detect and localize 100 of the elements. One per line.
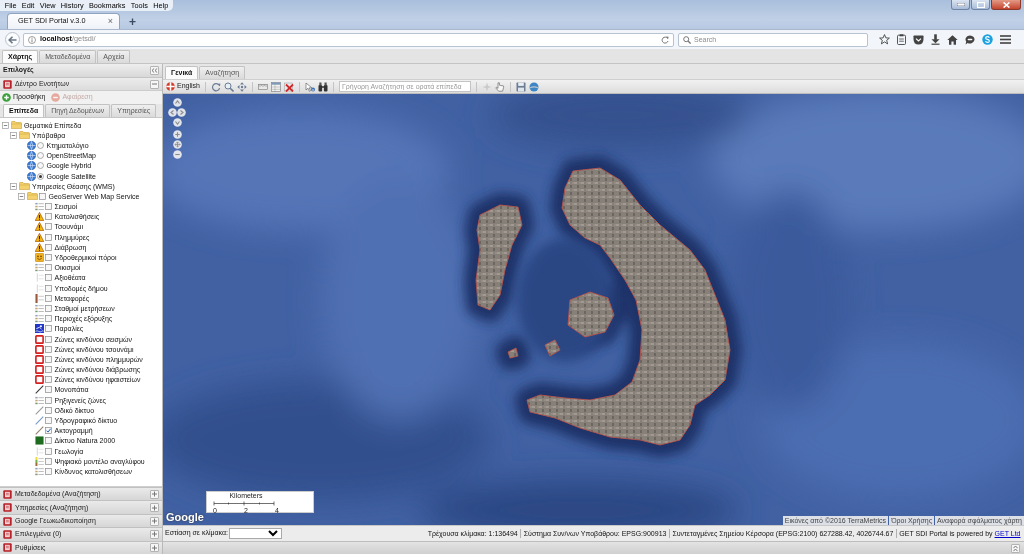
map-logo: Google (166, 511, 204, 523)
pointer-icon[interactable] (494, 81, 505, 92)
checkbox[interactable] (45, 284, 52, 292)
collapse-icon[interactable] (18, 192, 25, 200)
info-cursor-icon[interactable] (304, 81, 315, 92)
legend-icon (34, 466, 44, 476)
radio-button[interactable] (37, 141, 44, 149)
expand-button[interactable] (150, 516, 159, 526)
checkbox[interactable] (45, 366, 52, 374)
checkbox[interactable] (39, 192, 46, 200)
minus-circle-icon (51, 93, 61, 102)
plus-circle-icon (2, 93, 11, 102)
checkbox[interactable] (45, 467, 52, 475)
legend-icon (34, 303, 44, 313)
checkbox[interactable] (45, 203, 52, 211)
checkbox[interactable] (45, 254, 52, 262)
collapse-icon[interactable] (2, 121, 9, 129)
magnifier-icon[interactable] (223, 81, 234, 92)
smiley-icon (34, 253, 44, 263)
minimize-icon (956, 3, 965, 6)
arrow-up-icon[interactable] (173, 98, 182, 107)
double-chevron-left-icon (151, 68, 158, 73)
globe-icon[interactable] (528, 81, 539, 92)
checkbox[interactable] (45, 294, 52, 302)
checkbox[interactable] (45, 274, 52, 282)
checkbox[interactable] (45, 427, 52, 435)
checkbox[interactable] (45, 213, 52, 221)
book-icon (3, 529, 12, 539)
globe-icon (26, 151, 36, 161)
home-icon[interactable] (947, 34, 958, 45)
save-icon[interactable] (515, 81, 526, 92)
legend-icon (34, 283, 44, 293)
zoom-extent-icon[interactable] (173, 140, 182, 149)
back-button[interactable] (5, 32, 20, 47)
warning-icon (34, 232, 44, 242)
collapse-icon[interactable] (10, 182, 17, 190)
expand-button[interactable] (150, 529, 159, 539)
checkbox[interactable] (45, 386, 52, 394)
plus-icon (151, 544, 158, 551)
checkbox[interactable] (45, 437, 52, 445)
arrow-left-icon[interactable] (168, 108, 177, 117)
checkbox[interactable] (45, 243, 52, 251)
new-tab-button[interactable]: + (126, 15, 139, 29)
radio-button[interactable] (37, 172, 44, 180)
expand-button[interactable] (150, 489, 159, 499)
expand-button[interactable] (150, 543, 159, 553)
arrow-right-icon[interactable] (177, 108, 186, 117)
warning-icon (34, 212, 44, 222)
checkbox[interactable] (45, 376, 52, 384)
collapse-icon[interactable] (10, 131, 17, 139)
expand-button[interactable] (150, 503, 159, 513)
reload-icon[interactable] (661, 35, 669, 44)
checkbox[interactable] (45, 417, 52, 425)
legend-icon (34, 314, 44, 324)
checkbox[interactable] (45, 223, 52, 231)
checkbox[interactable] (45, 355, 52, 363)
s-logo-icon[interactable] (982, 34, 993, 45)
collapse-button[interactable] (150, 79, 159, 89)
zoom-out-icon[interactable] (173, 150, 182, 159)
book-icon (3, 516, 12, 526)
checkbox[interactable] (45, 335, 52, 343)
radio-button[interactable] (37, 152, 44, 160)
minimize-button[interactable] (951, 0, 970, 10)
checkbox[interactable] (45, 406, 52, 414)
chat-icon[interactable] (965, 34, 975, 45)
checkbox[interactable] (45, 457, 52, 465)
close-icon (1002, 1, 1010, 8)
checkbox[interactable] (45, 304, 52, 312)
scale-select[interactable] (228, 528, 282, 539)
checkbox[interactable] (45, 396, 52, 404)
refresh-icon[interactable] (210, 81, 221, 92)
checkbox[interactable] (45, 325, 52, 333)
globe-icon (26, 171, 36, 181)
move-icon[interactable] (236, 81, 247, 92)
radio-button[interactable] (37, 162, 44, 170)
arrow-down-icon[interactable] (173, 118, 182, 127)
checkbox[interactable] (45, 264, 52, 272)
clipboard-icon[interactable] (897, 34, 906, 45)
maximize-button[interactable] (971, 0, 990, 10)
binoculars-icon[interactable] (317, 81, 328, 92)
menu-icon[interactable] (1000, 35, 1011, 44)
window-close-button[interactable] (991, 0, 1021, 10)
collapse-button[interactable] (150, 66, 159, 75)
maximize-icon (976, 1, 985, 8)
delete-icon[interactable] (283, 81, 294, 92)
table-icon[interactable] (270, 81, 281, 92)
checkbox[interactable] (45, 233, 52, 241)
zoom-in-icon[interactable] (173, 130, 182, 139)
pouch-icon[interactable] (913, 34, 924, 45)
download-icon[interactable] (931, 34, 940, 45)
checkbox[interactable] (45, 345, 52, 353)
star-icon[interactable] (879, 34, 890, 45)
plus-icon (151, 531, 158, 538)
expand-button[interactable] (1011, 543, 1020, 553)
checkbox[interactable] (45, 447, 52, 455)
ruler-icon[interactable] (257, 81, 268, 92)
plus-icon (151, 491, 158, 498)
checkbox[interactable] (45, 315, 52, 323)
search-icon (683, 35, 691, 44)
tab-close-button[interactable]: × (107, 17, 113, 26)
